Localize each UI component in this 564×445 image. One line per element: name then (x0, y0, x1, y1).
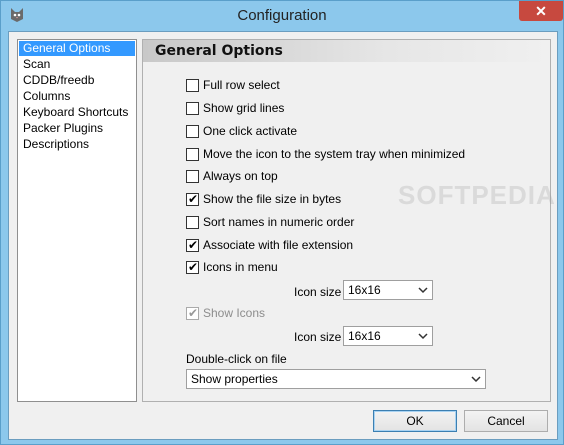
close-button[interactable]: ✕ (519, 1, 563, 21)
double-click-select[interactable]: Show properties (186, 369, 486, 389)
window-title: Configuration (237, 7, 327, 24)
checkmark-icon: ✔ (188, 260, 199, 274)
checkbox[interactable] (186, 125, 199, 138)
checkbox-checked[interactable]: ✔ (186, 260, 199, 274)
option-label: Sort names in numeric order (203, 215, 355, 229)
option-label: One click activate (203, 124, 298, 138)
checkbox[interactable] (186, 148, 199, 161)
checkbox[interactable] (186, 102, 199, 115)
option-label: Show grid lines (203, 101, 285, 115)
checkmark-icon: ✔ (188, 306, 199, 320)
icon-size-select[interactable]: 16x16 (343, 280, 433, 300)
checkbox[interactable] (186, 79, 199, 92)
category-list[interactable]: General Options Scan CDDB/freedb Columns… (17, 39, 137, 402)
nav-item-cddb-freedb[interactable]: CDDB/freedb (19, 73, 135, 88)
checkbox-checked-disabled: ✔ (186, 306, 199, 320)
ok-button[interactable]: OK (373, 410, 457, 432)
checkbox-checked[interactable]: ✔ (186, 192, 199, 206)
icon-size-select-2[interactable]: 16x16 (343, 326, 433, 346)
watermark: SOFTPEDIA (398, 180, 556, 210)
nav-item-columns[interactable]: Columns (19, 89, 135, 104)
nav-item-general-options[interactable]: General Options (19, 41, 135, 56)
select-value: Show properties (191, 372, 278, 386)
options-panel: General Options SOFTPEDIA Full row selec… (142, 39, 555, 402)
option-label: Show Icons (203, 306, 266, 320)
nav-item-descriptions[interactable]: Descriptions (19, 137, 135, 152)
panel-title: General Options (155, 43, 283, 59)
title-bar[interactable]: Configuration ✕ (1, 1, 563, 31)
option-label: Move the icon to the system tray when mi… (203, 147, 466, 161)
nav-item-keyboard-shortcuts[interactable]: Keyboard Shortcuts (19, 105, 135, 120)
checkmark-icon: ✔ (188, 238, 199, 252)
option-label: Full row select (203, 78, 280, 92)
nav-item-scan[interactable]: Scan (19, 57, 135, 72)
select-value: 16x16 (348, 283, 381, 297)
option-label: Icons in menu (203, 260, 278, 274)
checkmark-icon: ✔ (188, 192, 199, 206)
option-label: Always on top (203, 169, 278, 183)
option-label: Show the file size in bytes (203, 192, 342, 206)
option-label: Associate with file extension (203, 238, 354, 252)
chevron-down-icon (418, 287, 428, 294)
checkbox[interactable] (186, 170, 199, 183)
chevron-down-icon (418, 333, 428, 340)
dialog-body: General Options Scan CDDB/freedb Columns… (8, 31, 558, 440)
icon-size-label: Icon size (294, 285, 342, 299)
checkbox-checked[interactable]: ✔ (186, 238, 199, 252)
double-click-label: Double-click on file (186, 352, 287, 366)
checkbox[interactable] (186, 216, 199, 229)
nav-item-packer-plugins[interactable]: Packer Plugins (19, 121, 135, 136)
chevron-down-icon (471, 376, 481, 383)
cancel-button[interactable]: Cancel (464, 410, 548, 432)
icon-size-label: Icon size (294, 330, 342, 344)
select-value: 16x16 (348, 329, 381, 343)
configuration-window: Configuration ✕ General Options Scan CDD… (0, 0, 564, 445)
panel-header: General Options (143, 40, 550, 62)
